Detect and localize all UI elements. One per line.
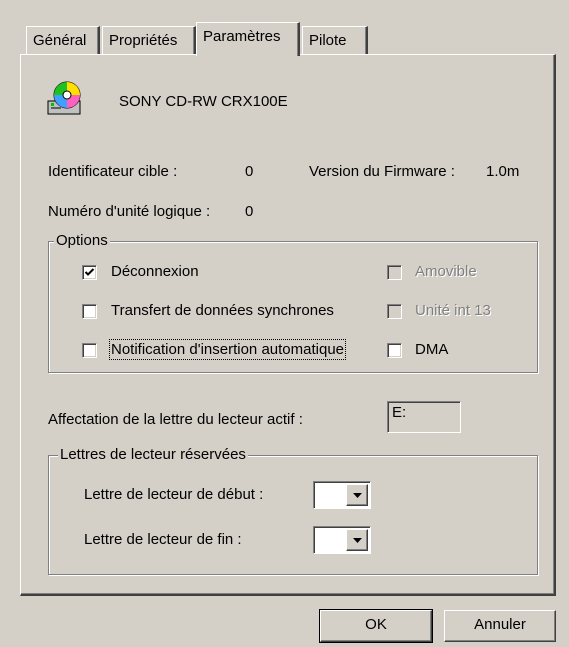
target-id-label: Identificateur cible :	[48, 163, 178, 180]
removable-checkbox[interactable]	[387, 265, 402, 280]
tab-parametres[interactable]: Paramètres	[196, 22, 300, 56]
lun-label: Numéro d'unité logique :	[48, 203, 211, 220]
chevron-down-icon	[353, 538, 362, 543]
start-letter-select[interactable]	[313, 481, 371, 509]
start-letter-dropdown-button[interactable]	[346, 484, 368, 506]
cd-drive-icon	[45, 79, 85, 119]
removable-label: Amovible	[415, 263, 477, 280]
tab-parametres-label: Paramètres	[203, 28, 281, 45]
tab-general[interactable]: Général	[26, 26, 100, 54]
int13-label: Unité int 13	[415, 302, 491, 319]
int13-checkbox[interactable]	[387, 304, 402, 319]
ok-button[interactable]: OK	[319, 609, 433, 643]
reserved-group	[48, 455, 538, 575]
drive-letter-label: Affectation de la lettre du lecteur acti…	[48, 411, 303, 428]
end-letter-dropdown-button[interactable]	[346, 529, 368, 551]
target-id-value: 0	[245, 163, 254, 180]
firmware-label: Version du Firmware :	[309, 163, 455, 180]
cancel-button[interactable]: Annuler	[444, 610, 556, 642]
end-letter-label: Lettre de lecteur de fin :	[84, 531, 242, 548]
dma-label[interactable]: DMA	[415, 341, 448, 358]
start-letter-label: Lettre de lecteur de début :	[84, 486, 264, 503]
tab-proprietes-label: Propriétés	[109, 32, 178, 49]
firmware-value: 1.0m	[486, 163, 520, 180]
device-name: SONY CD-RW CRX100E	[119, 93, 288, 110]
checkmark-icon	[84, 268, 95, 276]
settings-panel: SONY CD-RW CRX100E Identificateur cible …	[20, 54, 556, 596]
auto-insert-checkbox[interactable]	[82, 343, 97, 358]
disconnect-label[interactable]: Déconnexion	[111, 263, 199, 280]
drive-letter-field: E:	[387, 401, 461, 433]
chevron-down-icon	[353, 493, 362, 498]
disconnect-checkbox[interactable]	[82, 265, 97, 280]
auto-insert-label[interactable]: Notification d'insertion automatique	[109, 339, 346, 360]
options-group-title: Options	[54, 232, 110, 249]
dma-checkbox[interactable]	[387, 343, 402, 358]
end-letter-select[interactable]	[313, 526, 371, 554]
reserved-group-title: Lettres de lecteur réservées	[58, 446, 248, 463]
sync-transfer-label[interactable]: Transfert de données synchrones	[111, 302, 334, 319]
sync-transfer-checkbox[interactable]	[82, 304, 97, 319]
lun-value: 0	[245, 203, 254, 220]
tab-pilote[interactable]: Pilote	[302, 26, 368, 54]
tab-general-label: Général	[33, 32, 87, 49]
tab-pilote-label: Pilote	[309, 32, 347, 49]
tab-proprietes[interactable]: Propriétés	[102, 26, 196, 54]
